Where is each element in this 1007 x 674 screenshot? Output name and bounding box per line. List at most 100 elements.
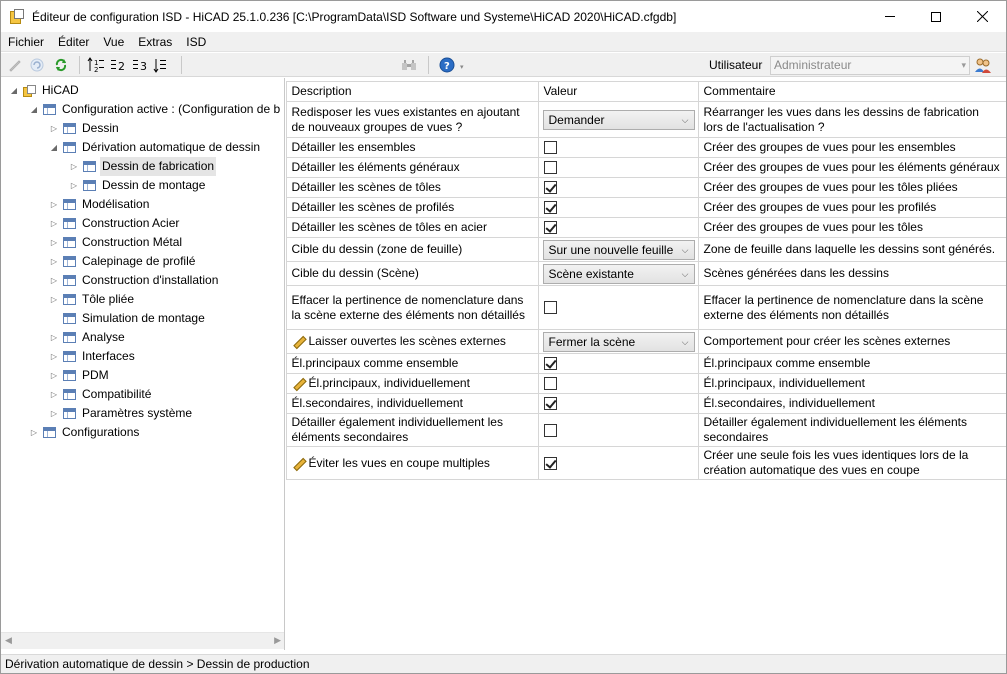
value-dropdown[interactable]: Scène existante ⌵	[542, 263, 695, 284]
menu-editer[interactable]: Éditer	[51, 32, 96, 52]
tree-item[interactable]: ▷ Construction Métal	[49, 233, 184, 252]
cell-value: Scène existante ⌵	[537, 261, 699, 286]
scroll-right-icon[interactable]: ▶	[274, 635, 281, 646]
refresh-button[interactable]	[52, 56, 70, 74]
menu-extras[interactable]: Extras	[131, 32, 179, 52]
grid-row[interactable]: Éviter les vues en coupe multiples Créer …	[286, 446, 1006, 480]
expand-arrow-icon[interactable]: ▷	[49, 233, 59, 252]
checkbox-unchecked[interactable]	[543, 377, 557, 391]
expand-arrow-icon[interactable]: ▷	[49, 271, 59, 290]
tree-item[interactable]: ◢ Configuration active : (Configuration d…	[29, 100, 282, 119]
grid-row[interactable]: Détailler les scènes de tôles en acier Cr…	[286, 217, 1006, 238]
expand-arrow-icon[interactable]: ▷	[49, 119, 59, 138]
checkbox-unchecked[interactable]	[543, 423, 557, 437]
grid-row[interactable]: Détailler les scènes de tôles Créer des g…	[286, 177, 1006, 198]
column-header-commentaire[interactable]: Commentaire	[697, 81, 1006, 102]
tree-item[interactable]: ▷ Paramètres système	[49, 404, 194, 423]
tree-item[interactable]: ▷ Dessin de montage	[69, 176, 207, 195]
tree-item[interactable]: ▷ Interfaces	[49, 347, 137, 366]
tree-item[interactable]: ▷ Dessin	[49, 119, 121, 138]
checkbox-unchecked[interactable]	[543, 301, 557, 315]
column-header-valeur[interactable]: Valeur	[537, 81, 699, 102]
tree-item[interactable]: ▷ Construction Acier	[49, 214, 181, 233]
tree-item[interactable]: ▷ PDM	[49, 366, 111, 385]
close-button[interactable]	[959, 1, 1005, 32]
checkbox-checked[interactable]	[543, 357, 557, 371]
tree-item[interactable]: ▷ Modélisation	[49, 195, 151, 214]
menu-vue[interactable]: Vue	[96, 32, 131, 52]
value-dropdown[interactable]: Fermer la scène ⌵	[542, 331, 695, 352]
grid-row[interactable]: Détailler les scènes de profilés Créer de…	[286, 197, 1006, 218]
tree-item[interactable]: Simulation de montage	[49, 309, 207, 328]
tree-item[interactable]: ▷ Configurations	[29, 423, 141, 442]
value-dropdown[interactable]: Demander ⌵	[542, 109, 695, 130]
column-header-description[interactable]: Description	[286, 81, 539, 102]
grid-row[interactable]: Détailler les ensembles Créer des groupes…	[286, 137, 1006, 158]
expand-arrow-icon[interactable]: ▷	[69, 176, 79, 195]
checkbox-checked[interactable]	[543, 201, 557, 215]
tree-item[interactable]: ◢ HiCAD	[9, 81, 81, 100]
toolbar-overflow-icon[interactable]: ▾	[460, 63, 465, 73]
scroll-left-icon[interactable]: ◀	[5, 635, 12, 646]
edit-pencil-button[interactable]	[6, 56, 24, 74]
value-dropdown[interactable]: Sur une nouvelle feuille ⌵	[542, 239, 695, 260]
tree-item[interactable]: ▷ Compatibilité	[49, 385, 153, 404]
expand-arrow-icon[interactable]: ▷	[49, 385, 59, 404]
collapse-arrow-icon[interactable]: ◢	[29, 100, 39, 119]
checkbox-checked[interactable]	[543, 456, 557, 470]
users-button[interactable]	[974, 56, 992, 74]
tree-item[interactable]: ▷ Construction d'installation	[49, 271, 220, 290]
expand-arrow-icon[interactable]: ▷	[49, 214, 59, 233]
cell-comment: Créer une seule fois les vues identiques…	[697, 446, 1006, 480]
maximize-button[interactable]	[913, 1, 959, 32]
tree-item[interactable]: ▷ Tôle pliée	[49, 290, 136, 309]
checkbox-checked[interactable]	[543, 181, 557, 195]
checkbox-checked[interactable]	[543, 397, 557, 411]
sort-descending-icon	[153, 59, 166, 73]
expand-arrow-icon[interactable]: ▷	[49, 195, 59, 214]
level-3-button[interactable]: 3	[131, 56, 149, 74]
cell-description: Éviter les vues en coupe multiples	[286, 446, 539, 480]
grid-row[interactable]: Él.principaux comme ensemble Él.principau…	[286, 353, 1006, 374]
checkbox-checked[interactable]	[543, 221, 557, 235]
grid-row[interactable]: Redisposer les vues existantes en ajouta…	[286, 101, 1006, 138]
tree-item[interactable]: ▷ Calepinage de profilé	[49, 252, 197, 271]
expand-arrow-icon[interactable]: ▷	[49, 290, 59, 309]
search-button[interactable]	[400, 56, 418, 74]
tree-item[interactable]: ◢ Dérivation automatique de dessin	[49, 138, 262, 157]
undo-button[interactable]	[28, 56, 46, 74]
level-2-button[interactable]: 2	[109, 56, 127, 74]
tree-item-label: Dérivation automatique de dessin	[82, 140, 261, 154]
collapse-arrow-icon[interactable]: ◢	[49, 138, 59, 157]
expand-arrow-icon[interactable]: ▷	[49, 347, 59, 366]
user-select[interactable]: Administrateur ▾	[770, 56, 970, 75]
sort-ascending-button[interactable]: 12	[87, 56, 105, 74]
checkbox-unchecked[interactable]	[543, 161, 557, 175]
grid-row[interactable]: Él.secondaires, individuellement Él.secon…	[286, 393, 1006, 414]
grid-row[interactable]: Él.principaux, individuellement Él.princi…	[286, 373, 1006, 394]
tree-item[interactable]: ▷ Dessin de fabrication	[69, 157, 217, 176]
config-table-icon	[63, 142, 76, 153]
checkbox-unchecked[interactable]	[543, 141, 557, 155]
expand-arrow-icon[interactable]: ▷	[49, 252, 59, 271]
menu-fichier[interactable]: Fichier	[1, 32, 51, 52]
grid-row[interactable]: Cible du dessin (zone de feuille) Sur une…	[286, 237, 1006, 262]
grid-row[interactable]: Détailler également individuellement les…	[286, 413, 1006, 447]
tree-item[interactable]: ▷ Analyse	[49, 328, 127, 347]
grid-row[interactable]: Cible du dessin (Scène) Scène existante ⌵ S…	[286, 261, 1006, 286]
description-text: Détailler les scènes de profilés	[291, 200, 455, 214]
grid-row[interactable]: Laisser ouvertes les scènes externes Ferm…	[286, 329, 1006, 354]
menu-isd[interactable]: ISD	[179, 32, 213, 52]
expand-arrow-icon[interactable]: ▷	[69, 157, 79, 176]
collapse-arrow-icon[interactable]: ◢	[9, 81, 19, 100]
grid-row[interactable]: Effacer la pertinence de nomenclature da…	[286, 285, 1006, 330]
minimize-button[interactable]	[867, 1, 913, 32]
grid-row[interactable]: Détailler les éléments généraux Créer des…	[286, 157, 1006, 178]
sort-descending-button[interactable]	[153, 56, 171, 74]
expand-arrow-icon[interactable]: ▷	[49, 404, 59, 423]
help-button[interactable]: ?	[438, 56, 456, 74]
tree-horizontal-scrollbar[interactable]: ◀ ▶	[1, 632, 284, 649]
expand-arrow-icon[interactable]: ▷	[49, 328, 59, 347]
expand-arrow-icon[interactable]: ▷	[29, 423, 39, 442]
expand-arrow-icon[interactable]: ▷	[49, 366, 59, 385]
